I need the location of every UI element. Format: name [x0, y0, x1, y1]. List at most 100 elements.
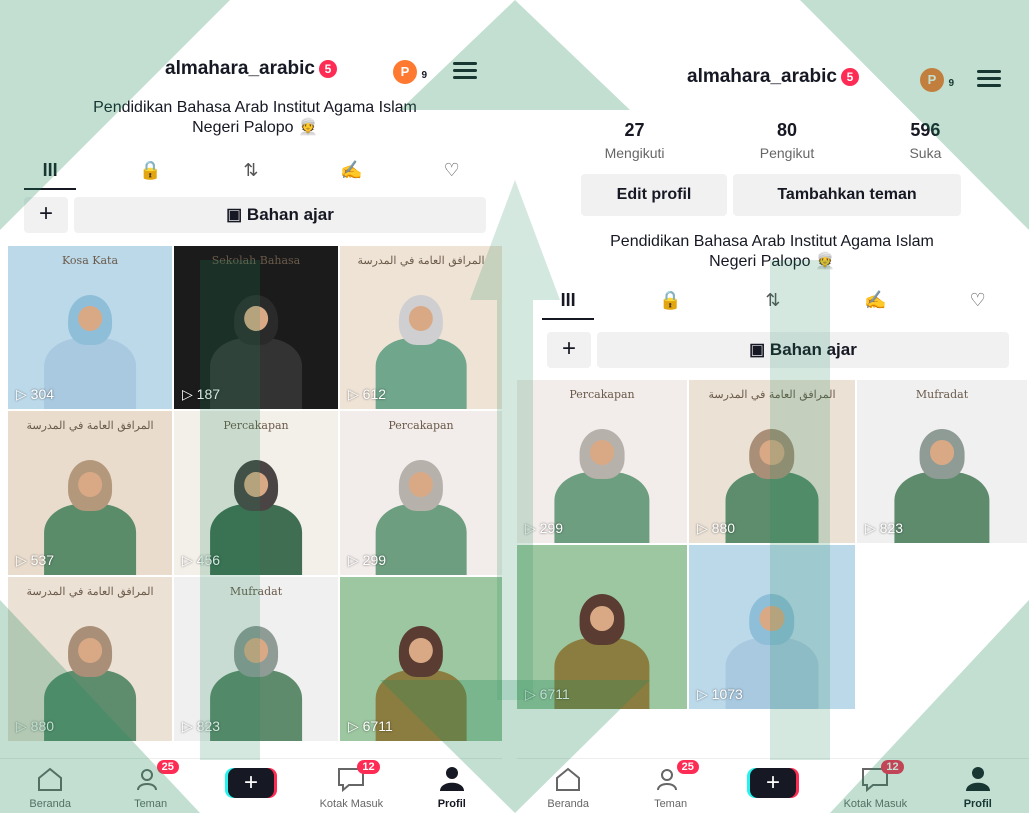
add-collection-button[interactable]: + — [547, 332, 591, 368]
username[interactable]: almahara_arabic 5 — [687, 66, 859, 88]
video-thumbnail[interactable]: ▷ 6711 — [340, 577, 502, 741]
video-thumbnail[interactable]: Kosa Kata ▷ 304 — [8, 246, 172, 409]
home-icon — [556, 767, 581, 791]
view-count: ▷ 299 — [525, 520, 564, 536]
video-thumbnail[interactable]: Mufradat ▷ 823 — [174, 577, 338, 741]
view-count: ▷ 612 — [348, 386, 387, 402]
collection-bar: + ▣ Bahan ajar — [547, 332, 1009, 368]
profile-tabs: III 🔒 ⇅ ✍ ♡ — [517, 280, 1029, 320]
tab-private[interactable]: 🔒 — [641, 280, 701, 320]
edit-profile-button[interactable]: Edit profil — [581, 174, 727, 216]
nav-home[interactable]: Beranda — [10, 760, 90, 813]
video-thumbnail[interactable]: Mufradat ▷ 823 — [857, 380, 1027, 543]
profile-stats: 27 Mengikuti 80 Pengikut 596 Suka — [517, 120, 1029, 161]
tab-favorites[interactable]: ✍ — [845, 280, 905, 320]
nav-friends[interactable]: 25 Teman — [111, 760, 191, 813]
video-thumbnail[interactable]: ▷ 6711 — [517, 545, 687, 709]
video-title: Sekolah Bahasa — [211, 254, 301, 267]
avatar[interactable]: P9 — [920, 68, 954, 92]
nav-inbox[interactable]: 12 Kotak Masuk — [835, 760, 915, 813]
video-title: المرافق العامة في المدرسة — [708, 388, 836, 401]
view-count: ▷ 187 — [182, 386, 221, 402]
view-count: ▷ 823 — [865, 520, 904, 536]
menu-icon[interactable] — [453, 62, 477, 80]
person-figure — [44, 460, 136, 575]
stat-following[interactable]: 27 Mengikuti — [605, 120, 665, 161]
nav-profile[interactable]: Profil — [938, 760, 1018, 813]
video-title: المرافق العامة في المدرسة — [26, 419, 154, 432]
avatar[interactable]: P9 — [393, 60, 427, 84]
bottom-nav: Beranda 25 Teman + 12 Kotak Masuk Profil — [517, 758, 1029, 813]
person-figure — [210, 460, 302, 575]
tab-reposts[interactable]: ⇅ — [743, 280, 803, 320]
person-figure — [725, 428, 819, 543]
view-count: ▷ 880 — [697, 520, 736, 536]
nav-friends[interactable]: 25 Teman — [631, 760, 711, 813]
person-figure — [210, 626, 302, 741]
profile-panel-right: almahara_arabic 5 P9 27 Mengikuti 80 Pengik… — [517, 0, 1029, 813]
video-title: Mufradat — [915, 388, 969, 401]
view-count: ▷ 537 — [16, 552, 55, 568]
view-count: ▷ 6711 — [525, 686, 570, 702]
video-title: Percakapan — [569, 388, 635, 401]
video-thumbnail[interactable]: Percakapan ▷ 299 — [517, 380, 687, 543]
video-thumbnail[interactable]: Percakapan ▷ 456 — [174, 411, 338, 575]
video-grid: Percakapan ▷ 299 المرافق العامة في المدرسة… — [517, 380, 1027, 709]
inbox-badge: 12 — [357, 760, 380, 774]
view-count: ▷ 6711 — [348, 718, 393, 734]
bio: Pendidikan Bahasa Arab Institut Agama Is… — [93, 99, 417, 136]
video-title: Mufradat — [229, 585, 283, 598]
username[interactable]: almahara_arabic 5 — [165, 58, 337, 80]
view-count: ▷ 299 — [348, 552, 387, 568]
video-thumbnail[interactable]: المرافق العامة في المدرسة ▷ 880 — [8, 577, 172, 741]
video-title: Percakapan — [388, 419, 454, 432]
person-figure — [375, 460, 467, 575]
person-figure — [554, 428, 650, 543]
nav-home[interactable]: Beranda — [528, 760, 608, 813]
tab-private[interactable]: 🔒 — [121, 150, 181, 190]
tab-videos[interactable]: III — [538, 280, 598, 320]
collection-bahan-ajar[interactable]: ▣ Bahan ajar — [597, 332, 1009, 368]
video-thumbnail[interactable]: ▷ 1073 — [689, 545, 855, 709]
nav-profile[interactable]: Profil — [412, 760, 492, 813]
create-button[interactable]: + — [227, 768, 274, 798]
profile-actions: Edit profil Tambahkan teman — [581, 174, 961, 216]
menu-icon[interactable] — [977, 70, 1001, 88]
home-icon — [38, 767, 63, 791]
add-friends-button[interactable]: Tambahkan teman — [733, 174, 961, 216]
nav-create[interactable]: + — [733, 760, 813, 813]
tab-liked[interactable]: ♡ — [422, 150, 482, 190]
video-title: المرافق العامة في المدرسة — [26, 585, 154, 598]
video-thumbnail[interactable]: المرافق العامة في المدرسة ▷ 537 — [8, 411, 172, 575]
video-title: Kosa Kata — [62, 254, 118, 267]
video-thumbnail[interactable]: Sekolah Bahasa ▷ 187 — [174, 246, 338, 409]
tab-reposts[interactable]: ⇅ — [221, 150, 281, 190]
nav-create[interactable]: + — [211, 760, 291, 813]
nav-inbox[interactable]: 12 Kotak Masuk — [311, 760, 391, 813]
video-thumbnail[interactable]: المرافق العامة في المدرسة ▷ 612 — [340, 246, 502, 409]
person-figure — [44, 626, 136, 741]
friends-badge: 25 — [156, 760, 179, 774]
person-figure — [210, 294, 302, 409]
view-count: ▷ 304 — [16, 386, 55, 402]
person-figure — [44, 294, 136, 409]
tab-videos[interactable]: III — [20, 150, 80, 190]
view-count: ▷ 880 — [16, 718, 55, 734]
video-grid: Kosa Kata ▷ 304 Sekolah Bahasa ▷ 187 المرافق… — [8, 246, 502, 741]
video-thumbnail[interactable]: Percakapan ▷ 299 — [340, 411, 502, 575]
person-figure — [894, 428, 990, 543]
video-thumbnail[interactable]: المرافق العامة في المدرسة ▷ 880 — [689, 380, 855, 543]
view-count: ▷ 1073 — [697, 686, 743, 702]
profile-tabs: III 🔒 ⇅ ✍ ♡ — [0, 150, 502, 190]
add-collection-button[interactable]: + — [24, 197, 68, 233]
collection-bahan-ajar[interactable]: ▣ Bahan ajar — [74, 197, 486, 233]
view-count: ▷ 456 — [182, 552, 221, 568]
stat-followers[interactable]: 80 Pengikut — [760, 120, 814, 161]
create-button[interactable]: + — [749, 768, 796, 798]
tab-favorites[interactable]: ✍ — [321, 150, 381, 190]
bottom-nav: Beranda 25 Teman + 12 Kotak Masuk Profil — [0, 758, 502, 813]
tab-liked[interactable]: ♡ — [948, 280, 1008, 320]
screenshot-composite: almahara_arabic 5 P9 Pendidikan Bahasa Ar… — [0, 0, 1029, 813]
stat-likes[interactable]: 596 Suka — [909, 120, 941, 161]
video-title: المرافق العامة في المدرسة — [357, 254, 485, 267]
